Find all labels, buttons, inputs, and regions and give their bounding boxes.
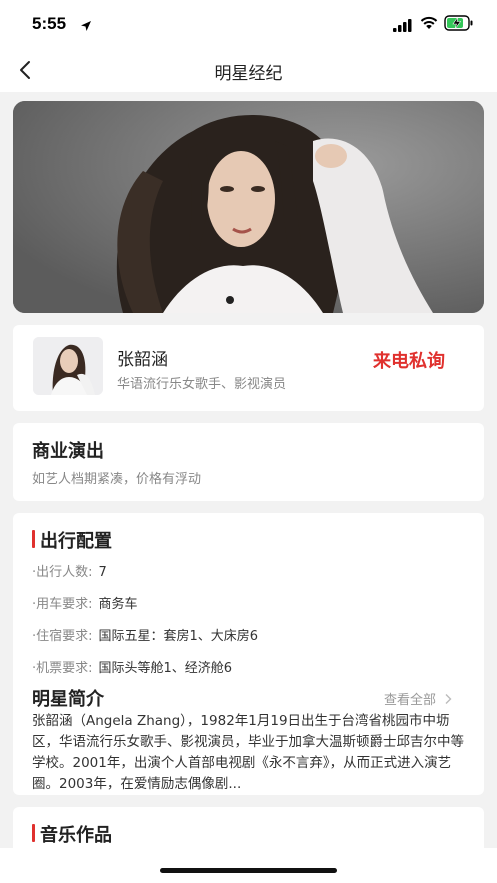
call-inquiry-button[interactable]: 来电私询: [373, 347, 445, 373]
status-bar: 5:55: [0, 0, 497, 48]
config-row: ·住宿要求: 国际五星：套房1、大床房6: [32, 625, 258, 644]
config-value: 7: [98, 565, 107, 580]
battery-charging-icon: [444, 15, 474, 35]
config-label: ·用车要求:: [32, 597, 93, 612]
view-all-link[interactable]: 查看全部: [384, 689, 453, 708]
commercial-show-card: 商业演出 如艺人档期紧凑，价格有浮动: [13, 423, 484, 501]
travel-config-card: 出行配置 ·出行人数: 7 ·用车要求: 商务车 ·住宿要求: 国际五星：套房1、大床…: [13, 513, 484, 795]
status-time: 5:55: [32, 14, 67, 33]
intro-text: 张韶涵（Angela Zhang），1982年1月19日出生于台湾省桃园市中坜区…: [32, 713, 464, 792]
show-title: 商业演出: [32, 441, 104, 462]
config-value: 国际五星：套房1、大床房6: [98, 629, 259, 644]
artist-description: 华语流行乐女歌手、影视演员: [117, 377, 287, 392]
artist-portrait-photo: [13, 101, 484, 313]
artist-banner-image[interactable]: [13, 101, 484, 313]
config-row: ·用车要求: 商务车: [32, 593, 138, 612]
config-label: ·机票要求:: [32, 661, 93, 676]
chevron-right-icon: [445, 694, 452, 704]
config-label: ·出行人数:: [32, 565, 93, 580]
artist-avatar: [33, 337, 103, 395]
config-row: ·机票要求: 国际头等舱1、经济舱6: [32, 657, 232, 676]
section-accent-bar: [32, 530, 35, 548]
config-value: 国际头等舱1、经济舱6: [98, 661, 233, 676]
show-subtitle: 如艺人档期紧凑，价格有浮动: [32, 472, 202, 487]
wifi-icon: [420, 15, 438, 34]
music-title: 音乐作品: [40, 825, 112, 846]
config-row: ·出行人数: 7: [32, 561, 107, 580]
intro-title: 明星简介: [32, 689, 104, 710]
config-label: ·住宿要求:: [32, 629, 93, 644]
page-title: 明星经纪: [214, 64, 283, 84]
config-value: 商务车: [98, 597, 138, 612]
section-accent-bar: [32, 824, 35, 842]
bottom-safe-area: [0, 848, 497, 883]
config-title: 出行配置: [40, 531, 112, 552]
view-all-label: 查看全部: [384, 693, 437, 708]
home-indicator[interactable]: [160, 868, 337, 873]
artist-name: 张韶涵: [117, 350, 168, 370]
artist-card[interactable]: 张韶涵 华语流行乐女歌手、影视演员 来电私询: [13, 325, 484, 411]
nav-bar: 明星经纪: [0, 48, 497, 92]
signal-icon: [393, 17, 413, 36]
banner-pagination-dot[interactable]: [226, 296, 234, 304]
location-arrow-icon: [80, 17, 92, 36]
